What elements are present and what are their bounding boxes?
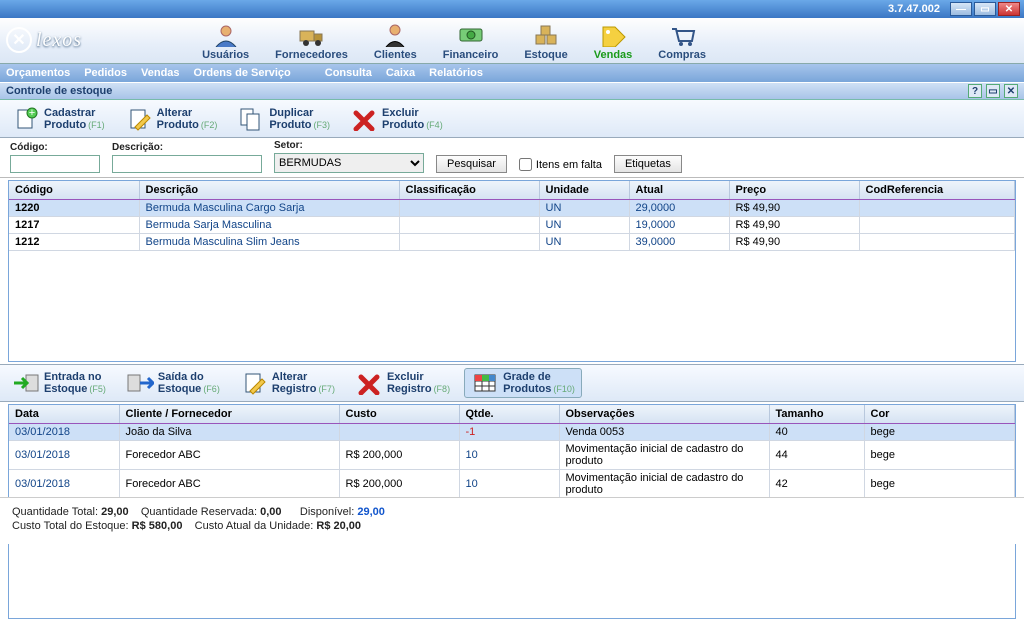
menu-vendas[interactable]: Vendas — [141, 67, 180, 79]
table-row[interactable]: 1220Bermuda Masculina Cargo SarjaUN29,00… — [9, 200, 1015, 217]
window-header: Controle de estoque ? ▭ ✕ — [0, 82, 1024, 100]
tag-icon — [599, 23, 627, 47]
menu-relatorios[interactable]: Relatórios — [429, 67, 483, 79]
nav-vendas[interactable]: Vendas — [588, 21, 639, 63]
close-button[interactable]: ✕ — [998, 2, 1020, 16]
main-toolbar: ✕ lexos Usuários Fornecedores Clientes F… — [0, 18, 1024, 64]
minimize-button[interactable]: — — [950, 2, 972, 16]
table-row[interactable]: 03/01/2018Forecedor ABCR$ 200,00010Movim… — [9, 470, 1015, 499]
descricao-input[interactable] — [112, 155, 262, 173]
money-icon — [457, 23, 485, 47]
svg-text:+: + — [29, 107, 35, 119]
arrow-in-icon — [12, 371, 40, 395]
version-label: 3.7.47.002 — [888, 3, 940, 15]
table-row[interactable]: 1217Bermuda Sarja MasculinaUN19,0000R$ 4… — [9, 217, 1015, 234]
codigo-input[interactable] — [10, 155, 100, 173]
delete-icon — [350, 107, 378, 131]
help-button[interactable]: ? — [968, 84, 982, 98]
table-header-row: Código Descrição Classificação Unidade A… — [9, 181, 1015, 200]
truck-icon — [298, 23, 326, 47]
maximize-button[interactable]: ▭ — [974, 2, 996, 16]
edit-doc-icon — [125, 107, 153, 131]
window-title: Controle de estoque — [6, 85, 112, 97]
table-header-row: Data Cliente / Fornecedor Custo Qtde. Ob… — [9, 405, 1015, 424]
codigo-label: Código: — [10, 142, 100, 153]
menu-consulta[interactable]: Consulta — [325, 67, 372, 79]
window-restore[interactable]: ▭ — [986, 84, 1000, 98]
etiquetas-button[interactable]: Etiquetas — [614, 155, 682, 173]
menu-pedidos[interactable]: Pedidos — [84, 67, 127, 79]
menu-orcamentos[interactable]: Orçamentos — [6, 67, 70, 79]
nav-financeiro[interactable]: Financeiro — [437, 21, 505, 63]
product-toolbar: + CadastrarProduto(F1) AlterarProduto(F2… — [0, 100, 1024, 138]
users-icon — [212, 23, 240, 47]
app-logo: ✕ lexos — [6, 27, 82, 53]
logo-mark: ✕ — [6, 27, 32, 53]
filter-bar: Código: Descrição: Setor: BERMUDAS Pesqui… — [0, 138, 1024, 178]
logo-text: lexos — [36, 29, 82, 52]
setor-select[interactable]: BERMUDAS — [274, 153, 424, 173]
nav-fornecedores[interactable]: Fornecedores — [269, 21, 354, 63]
setor-label: Setor: — [274, 140, 424, 151]
menu-bar: Orçamentos Pedidos Vendas Ordens de Serv… — [0, 64, 1024, 82]
excluir-produto-button[interactable]: ExcluirProduto(F4) — [344, 105, 449, 133]
delete-icon — [355, 371, 383, 395]
excluir-registro-button[interactable]: ExcluirRegistro(F8) — [349, 369, 456, 397]
nav-clientes[interactable]: Clientes — [368, 21, 423, 63]
nav-usuarios[interactable]: Usuários — [196, 21, 255, 63]
edit-icon — [240, 371, 268, 395]
duplicar-produto-button[interactable]: DuplicarProduto(F3) — [231, 105, 336, 133]
cadastrar-produto-button[interactable]: + CadastrarProduto(F1) — [6, 105, 111, 133]
table-row[interactable]: 1212Bermuda Masculina Slim JeansUN39,000… — [9, 234, 1015, 251]
cart-icon — [668, 23, 696, 47]
itens-falta-checkbox[interactable] — [519, 158, 532, 171]
status-bar: Quantidade Total: 29,00 Quantidade Reser… — [0, 497, 1024, 544]
nav-compras[interactable]: Compras — [652, 21, 712, 63]
products-grid[interactable]: Código Descrição Classificação Unidade A… — [8, 180, 1016, 362]
grade-produtos-button[interactable]: Grade deProdutos(F10) — [464, 368, 582, 398]
table-row[interactable]: 03/01/2018João da Silva-1Venda 005340beg… — [9, 424, 1015, 441]
title-bar: 3.7.47.002 — ▭ ✕ — [0, 0, 1024, 18]
saida-estoque-button[interactable]: Saída doEstoque(F6) — [120, 369, 226, 397]
alterar-registro-button[interactable]: AlterarRegistro(F7) — [234, 369, 341, 397]
menu-ordens[interactable]: Ordens de Serviço — [194, 67, 291, 79]
movement-toolbar: Entrada noEstoque(F5) Saída doEstoque(F6… — [0, 364, 1024, 402]
client-icon — [381, 23, 409, 47]
nav-estoque[interactable]: Estoque — [518, 21, 573, 63]
pesquisar-button[interactable]: Pesquisar — [436, 155, 507, 173]
entrada-estoque-button[interactable]: Entrada noEstoque(F5) — [6, 369, 112, 397]
menu-caixa[interactable]: Caixa — [386, 67, 415, 79]
itens-falta-label: Itens em falta — [536, 159, 602, 171]
grid-icon — [471, 371, 499, 395]
new-doc-icon: + — [12, 107, 40, 131]
alterar-produto-button[interactable]: AlterarProduto(F2) — [119, 105, 224, 133]
grid-padding — [9, 251, 1015, 361]
arrow-out-icon — [126, 371, 154, 395]
table-row[interactable]: 03/01/2018Forecedor ABCR$ 200,00010Movim… — [9, 441, 1015, 470]
descricao-label: Descrição: — [112, 142, 262, 153]
boxes-icon — [532, 23, 560, 47]
window-close[interactable]: ✕ — [1004, 84, 1018, 98]
copy-doc-icon — [237, 107, 265, 131]
